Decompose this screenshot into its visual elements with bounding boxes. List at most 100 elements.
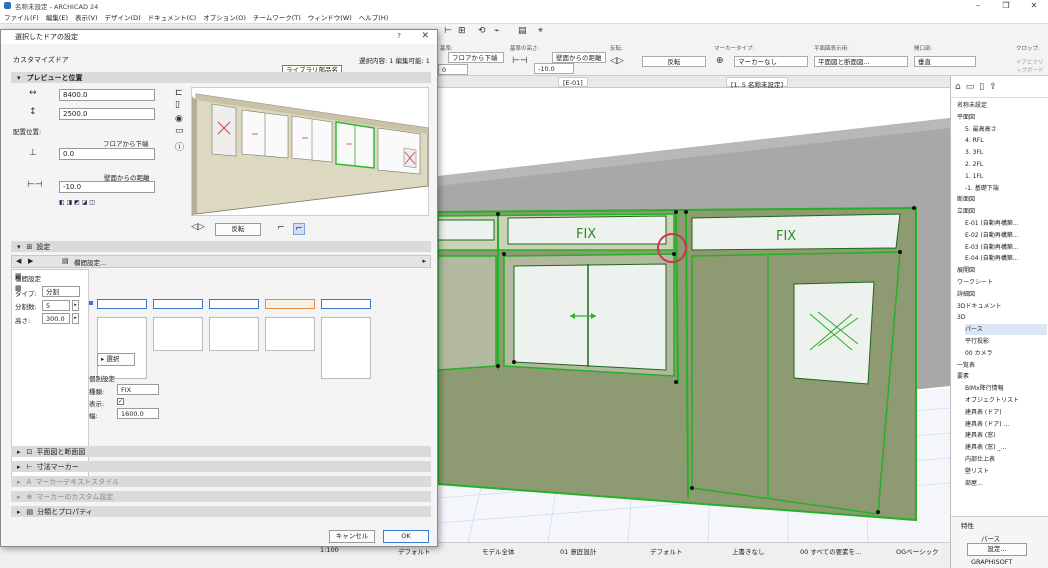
snap-icon[interactable]: ⌖ [538, 26, 543, 36]
menu-teamwork[interactable]: チームワーク(T) [253, 12, 301, 22]
section-classification[interactable]: ▸ ▤ 分類とプロパティ [11, 506, 431, 517]
navigator-item[interactable]: 要素 [957, 371, 1047, 382]
navigator-item[interactable]: E-02 (自動再構築... [965, 230, 1047, 241]
navigator-item[interactable]: E-03 (自動再構築... [965, 242, 1047, 253]
anchor-point-options[interactable]: ◧ ◨ ◩ ◪ ◫ [59, 199, 95, 206]
wall-offset-value[interactable]: -10.0 [534, 63, 574, 74]
opening-orientation-icon-2[interactable]: ⌐ [293, 223, 305, 235]
navigator-item[interactable]: 名称未設定 [957, 100, 1047, 111]
menu-window[interactable]: ウィンドウ(W) [308, 12, 352, 22]
status-pen-set[interactable]: デフォルト [398, 546, 431, 556]
restore-icon[interactable]: ❐ [992, 0, 1020, 11]
page-dropdown-icon[interactable]: ▸ [422, 257, 426, 265]
preview-elevation-icon[interactable]: ▭ [175, 126, 184, 136]
section-plan-section[interactable]: ▸ ⊡ 平面図と断面図 [11, 446, 431, 457]
navigator-item[interactable]: 断面図 [957, 194, 1047, 205]
status-scale[interactable]: 1:100 [320, 546, 339, 554]
transom-slot-3[interactable] [209, 299, 259, 309]
type-select[interactable]: 分割 [42, 286, 80, 297]
navigator-item[interactable]: 1. 1FL [965, 171, 1047, 182]
menu-file[interactable]: ファイル(F) [4, 12, 39, 22]
navigator-item[interactable]: 展開図 [957, 265, 1047, 276]
navigator-item[interactable]: 建具表 (ドア) [965, 407, 1047, 418]
status-override[interactable]: 上書きなし [732, 546, 765, 556]
publisher-icon[interactable]: ⇪ [989, 82, 997, 92]
navigator-item[interactable]: 詳細図 [957, 289, 1047, 300]
menu-design[interactable]: デザイン(D) [105, 12, 141, 22]
tab-floor-plan[interactable]: [1. 5 名称未設定] [726, 77, 789, 89]
menu-options[interactable]: オプション(O) [203, 12, 246, 22]
cancel-button[interactable]: キャンセル [329, 530, 375, 543]
layout-book-icon[interactable]: ▯ [979, 82, 984, 92]
props-settings-button[interactable]: 設定... [967, 543, 1027, 556]
menu-document[interactable]: ドキュメント(C) [148, 12, 197, 22]
minimize-icon[interactable]: – [964, 0, 992, 11]
navigator-item[interactable]: 3Dドキュメント [957, 301, 1047, 312]
plan-display-select[interactable]: 平面図と断面図... [814, 56, 908, 67]
next-page-icon[interactable]: ▶ [28, 257, 33, 265]
panel-box-1[interactable] [97, 317, 147, 379]
section-dimension-marker[interactable]: ▸ ⊢ 寸法マーカー [11, 461, 431, 472]
height-row-arrow[interactable]: ▸ [72, 313, 79, 324]
prev-page-icon[interactable]: ◀ [16, 257, 21, 265]
opening-select[interactable]: 垂直 [914, 56, 976, 67]
transom-slot-4[interactable] [265, 299, 315, 309]
door-tool-icon[interactable]: ⊢ [444, 26, 452, 36]
wall-offset-select[interactable]: 壁面からの距離 [552, 52, 606, 63]
divisions-arrow[interactable]: ▸ [72, 300, 79, 311]
panel-box-4[interactable] [265, 317, 315, 351]
layer-icon[interactable]: ▤ [518, 26, 527, 36]
panel-box-2[interactable] [153, 317, 203, 351]
flip-dialog-button[interactable]: 反転 [215, 223, 261, 236]
close-window-icon[interactable]: ✕ [1020, 0, 1048, 11]
height-row-field[interactable]: 300.0 [42, 313, 70, 324]
section-preview-position[interactable]: ▾ プレビューと位置 [11, 72, 431, 83]
height-field[interactable]: 2500.0 [59, 108, 155, 120]
anchor-select[interactable]: フロアから下端 [448, 52, 504, 63]
navigator-item[interactable]: E-01 (自動再構築... [965, 218, 1047, 229]
tab-elevation[interactable]: [E-01] [558, 77, 588, 87]
sill-field[interactable]: 0.0 [59, 148, 155, 160]
close-dialog-icon[interactable]: ✕ [421, 31, 429, 41]
navigator-item[interactable]: E-04 (自動再構築... [965, 253, 1047, 264]
navigator-item[interactable]: 立面図 [957, 206, 1047, 217]
opening-orientation-icon-1[interactable]: ⌐ [277, 223, 285, 233]
section-settings[interactable]: ▾ ⊞ 設定 [11, 241, 431, 252]
page-list-icon[interactable]: ▤ [62, 257, 69, 265]
kind-select[interactable]: FIX [117, 384, 159, 395]
3d-viewport[interactable]: FIX FIX [438, 88, 950, 542]
navigator-item[interactable]: 4. RFL [965, 135, 1047, 146]
navigator-item[interactable]: 建具表 (ドア) ... [965, 419, 1047, 430]
navigator-item[interactable]: 平面図 [957, 112, 1047, 123]
view-map-icon[interactable]: ▭ [966, 82, 975, 92]
navigator-item[interactable]: 5. 最高高さ [965, 124, 1047, 135]
navigator-item[interactable]: 内部仕上表 [965, 454, 1047, 465]
status-model-view[interactable]: モデル全体 [482, 546, 515, 556]
preview-3d-icon[interactable]: ◉ [175, 114, 183, 124]
magic-wand-icon[interactable]: ⌁ [494, 26, 499, 36]
navigator-item[interactable]: 2. 2FL [965, 159, 1047, 170]
panel-width-field[interactable]: 1600.0 [117, 408, 159, 419]
preview-info-icon[interactable]: ⓘ [175, 140, 184, 153]
width-field[interactable]: 8400.0 [59, 89, 155, 101]
panel-box-3[interactable] [209, 317, 259, 351]
navigator-item[interactable]: 00 カメラ [965, 348, 1047, 359]
navigator-item[interactable]: 建具表 (窓) _... [965, 442, 1047, 453]
navigator-item[interactable]: 部屋... [965, 478, 1047, 489]
navigator-item[interactable]: パース [965, 324, 1047, 336]
divisions-field[interactable]: 5 [42, 300, 70, 311]
navigator-item[interactable]: 平行投影 [965, 336, 1047, 347]
wall-offset-field[interactable]: -10.0 [59, 181, 155, 193]
navigator-item[interactable]: 建具表 (窓) [965, 430, 1047, 441]
preview-plan-icon[interactable]: ⊏ [175, 88, 183, 98]
menu-view[interactable]: 表示(V) [75, 12, 98, 22]
navigator-item[interactable]: -1. 基礎下端 [965, 183, 1047, 194]
ok-button[interactable]: OK [383, 530, 429, 543]
transom-slot-1[interactable] [97, 299, 147, 309]
status-style[interactable]: OGベーシック [896, 546, 939, 556]
status-layer-combo[interactable]: 01 意匠設計 [560, 546, 596, 556]
flip-button[interactable]: 反転 [642, 56, 706, 67]
marker-type-select[interactable]: マーカーなし [734, 56, 808, 67]
navigator-item[interactable]: 壁リスト [965, 466, 1047, 477]
navigator-item[interactable]: 3D [957, 312, 1047, 323]
